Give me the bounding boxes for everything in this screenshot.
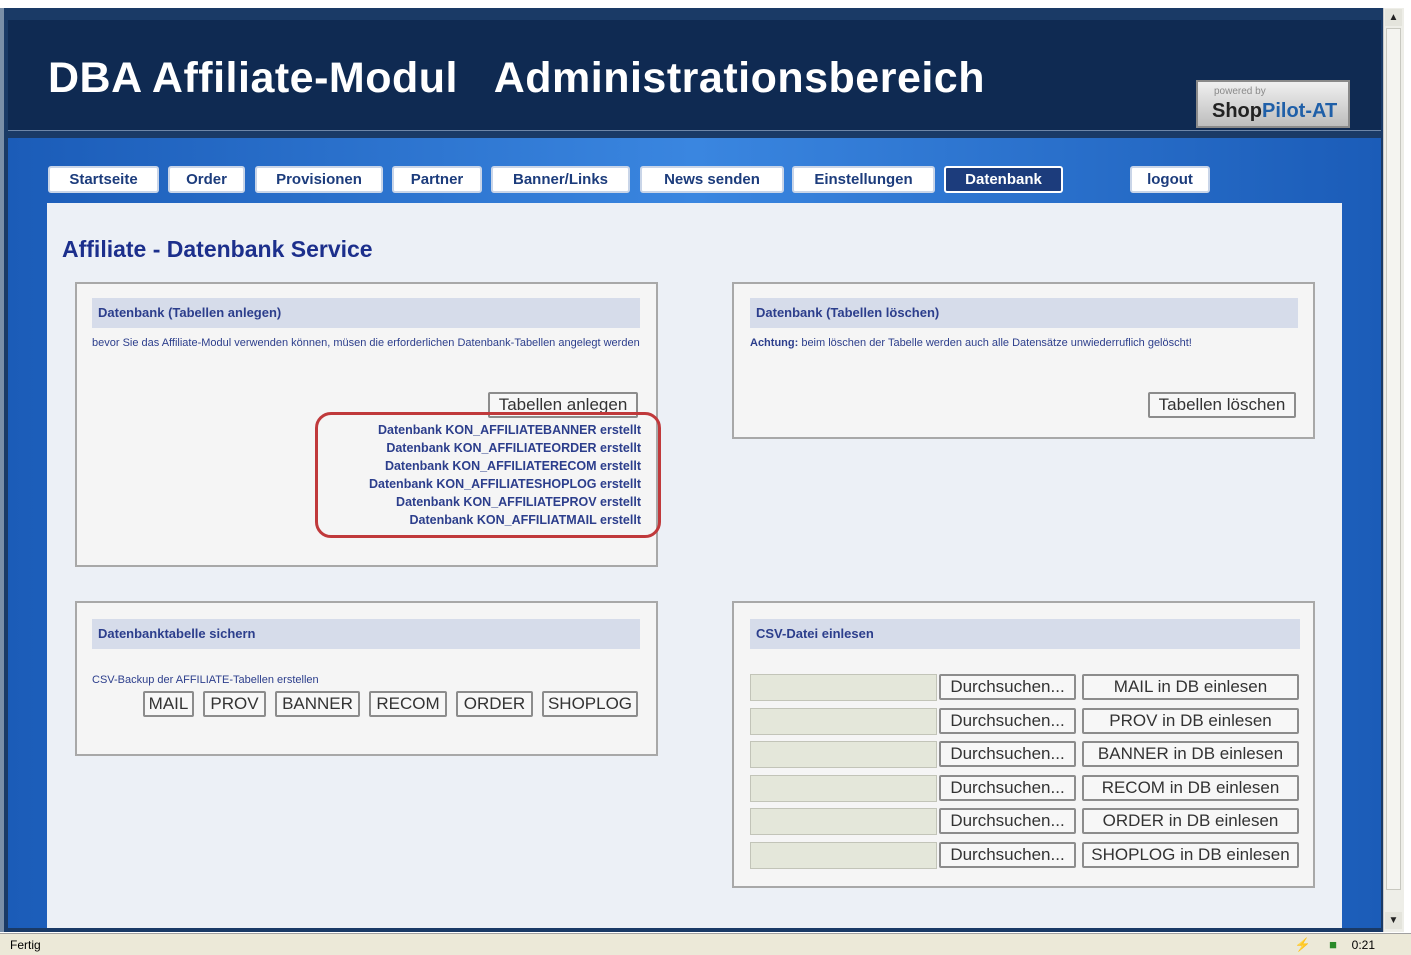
csv-file-field[interactable] [750, 775, 937, 802]
backup-prov-button[interactable]: PROV [203, 691, 266, 717]
backup-mail-button[interactable]: MAIL [143, 691, 194, 717]
backup-recom-button[interactable]: RECOM [369, 691, 447, 717]
page-header: DBA Affiliate-Modul Administrationsberei… [8, 20, 1381, 131]
page-title: Affiliate - Datenbank Service [62, 236, 373, 262]
nav-banner-links[interactable]: Banner/Links [491, 166, 630, 193]
browse-button[interactable]: Durchsuchen... [939, 842, 1076, 868]
csv-panel-title: CSV-Datei einlesen [750, 619, 1300, 649]
vertical-scrollbar[interactable]: ▲ ▼ [1383, 8, 1404, 932]
nav-logout[interactable]: logout [1130, 166, 1210, 193]
import-mail-button[interactable]: MAIL in DB einlesen [1082, 674, 1299, 700]
csv-file-field[interactable] [750, 842, 937, 869]
security-icon: ■ [1329, 937, 1337, 952]
nav-news-senden[interactable]: News senden [640, 166, 784, 193]
nav-datenbank[interactable]: Datenbank [944, 166, 1063, 193]
scroll-up-icon[interactable]: ▲ [1385, 9, 1402, 26]
backup-panel-title: Datenbanktabelle sichern [92, 619, 640, 649]
import-shoplog-button[interactable]: SHOPLOG in DB einlesen [1082, 842, 1299, 868]
powered-by-label: powered by [1214, 86, 1266, 97]
shoppilot-logo: powered by ShopPilot-AT [1196, 80, 1350, 128]
browse-button[interactable]: Durchsuchen... [939, 674, 1076, 700]
csv-file-field[interactable] [750, 674, 937, 701]
status-bar: Fertig ⚡ ■ 0:21 [0, 933, 1411, 955]
brand-name: ShopPilot-AT [1212, 100, 1338, 122]
browse-button[interactable]: Durchsuchen... [939, 708, 1076, 734]
create-panel-title: Datenbank (Tabellen anlegen) [92, 298, 640, 328]
delete-panel-title: Datenbank (Tabellen löschen) [750, 298, 1298, 328]
backup-order-button[interactable]: ORDER [456, 691, 533, 717]
scroll-down-icon[interactable]: ▼ [1385, 912, 1402, 929]
highlight-annotation [315, 412, 661, 538]
browse-button[interactable]: Durchsuchen... [939, 741, 1076, 767]
nav-order[interactable]: Order [168, 166, 245, 193]
nav-provisionen[interactable]: Provisionen [255, 166, 383, 193]
backup-panel-text: CSV-Backup der AFFILIATE-Tabellen erstel… [92, 674, 319, 686]
scroll-thumb[interactable] [1386, 28, 1401, 890]
csv-file-field[interactable] [750, 741, 937, 768]
nav-partner[interactable]: Partner [392, 166, 482, 193]
nav-einstellungen[interactable]: Einstellungen [792, 166, 935, 193]
import-banner-button[interactable]: BANNER in DB einlesen [1082, 741, 1299, 767]
nav-startseite[interactable]: Startseite [48, 166, 159, 193]
browse-button[interactable]: Durchsuchen... [939, 808, 1076, 834]
import-prov-button[interactable]: PROV in DB einlesen [1082, 708, 1299, 734]
clock: 0:21 [1351, 938, 1375, 952]
status-text: Fertig [10, 938, 41, 952]
delete-tables-button[interactable]: Tabellen löschen [1148, 392, 1296, 418]
delete-panel-warning: Achtung: beim löschen der Tabelle werden… [750, 337, 1192, 349]
app-title: DBA Affiliate-Modul Administrationsberei… [48, 54, 985, 102]
backup-banner-button[interactable]: BANNER [275, 691, 360, 717]
import-recom-button[interactable]: RECOM in DB einlesen [1082, 775, 1299, 801]
browse-button[interactable]: Durchsuchen... [939, 775, 1076, 801]
network-icon: ⚡ [1294, 937, 1311, 952]
csv-file-field[interactable] [750, 708, 937, 735]
backup-shoplog-button[interactable]: SHOPLOG [542, 691, 638, 717]
create-panel-text: bevor Sie das Affiliate-Modul verwenden … [92, 337, 640, 349]
import-order-button[interactable]: ORDER in DB einlesen [1082, 808, 1299, 834]
csv-file-field[interactable] [750, 808, 937, 835]
